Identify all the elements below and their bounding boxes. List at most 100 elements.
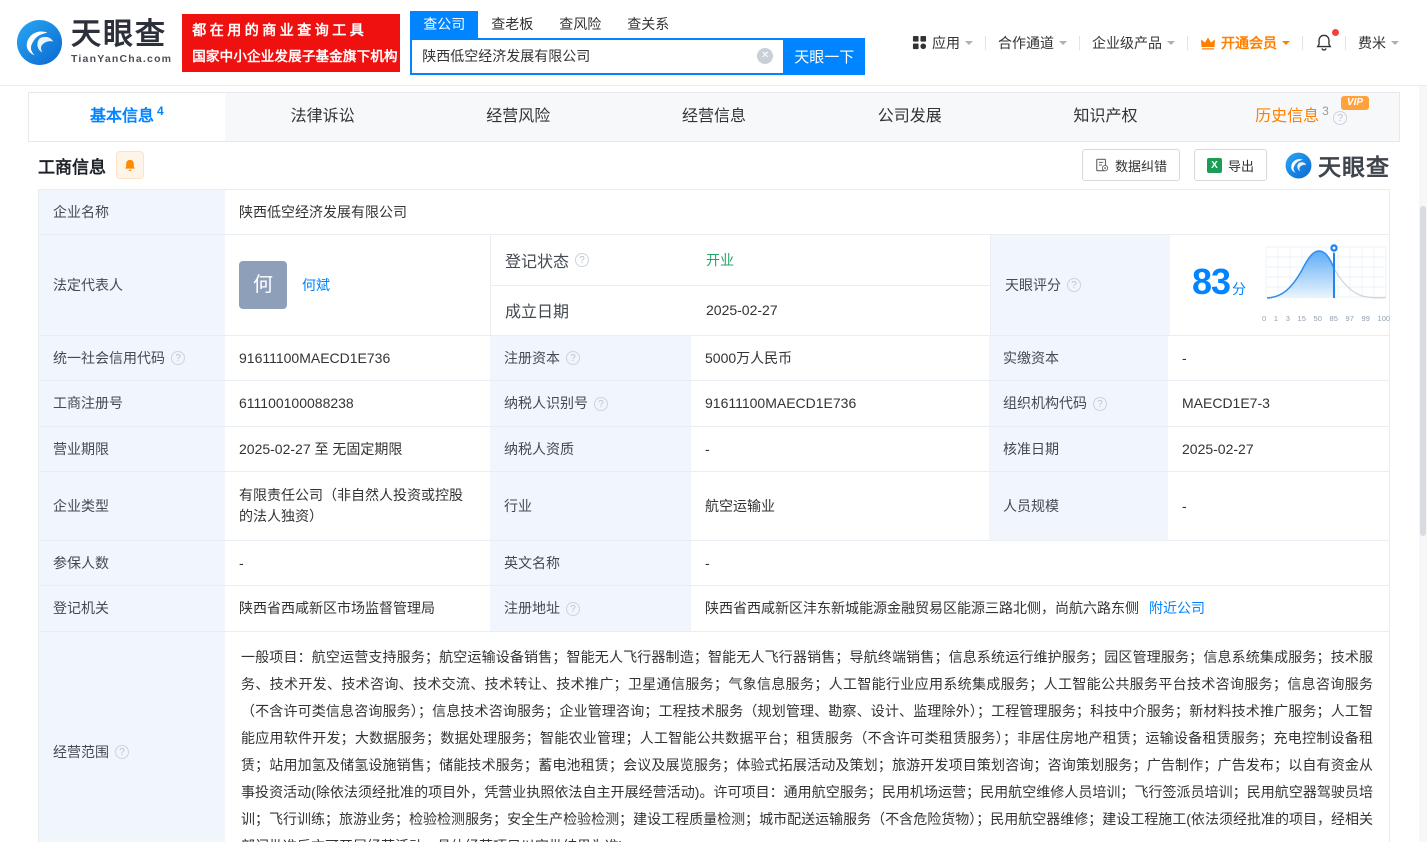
insured-label: 参保人数 <box>53 554 109 571</box>
crown-icon <box>1201 37 1215 49</box>
company-type-value: 有限责任公司（非自然人投资或控股的法人独资） <box>239 487 463 524</box>
help-icon[interactable] <box>566 351 580 365</box>
tab-basic-info[interactable]: 基本信息 4 <box>29 93 225 141</box>
help-icon[interactable] <box>594 396 608 411</box>
help-icon[interactable] <box>1333 111 1348 125</box>
search-tab-risk[interactable]: 查风险 <box>546 11 614 38</box>
subscribe-bell-button[interactable] <box>116 151 144 179</box>
reg-status-label: 登记状态 <box>505 253 570 271</box>
top-header: 天眼查 TianYanCha.com 都在用的商业查询工具 国家中小企业发展子基… <box>0 0 1427 86</box>
establish-date-label: 成立日期 <box>505 304 570 322</box>
business-scope-label: 经营范围 <box>53 743 109 760</box>
help-icon[interactable] <box>1067 278 1081 292</box>
company-tab-bar: 基本信息 4 法律诉讼 经营风险 经营信息 公司发展 知识产权 VIP 历史信息 3 <box>28 92 1400 142</box>
help-icon[interactable] <box>171 351 185 365</box>
tab-company-development[interactable]: 公司发展 <box>812 93 1008 141</box>
tab-operating-risk[interactable]: 经营风险 <box>420 93 616 141</box>
table-row: 企业类型 有限责任公司（非自然人投资或控股的法人独资） 行业 航空运输业 人员规… <box>39 472 1389 541</box>
nav-notifications[interactable] <box>1303 29 1345 52</box>
banner-line2: 国家中小企业发展子基金旗下机构 <box>192 49 398 64</box>
reg-status-value: 开业 <box>706 251 734 268</box>
table-row: 统一社会信用代码 91611100MAECD1E736 注册资本 5000万人民… <box>39 336 1389 381</box>
nav-vip-label: 开通会员 <box>1221 34 1277 51</box>
nav-partner[interactable]: 合作通道 <box>986 33 1079 53</box>
establish-date-value: 2025-02-27 <box>706 302 778 319</box>
business-info-table: 企业名称 陕西低空经济发展有限公司 法定代表人 何 何斌 登记状态 开业 <box>38 189 1390 842</box>
nav-vip-upgrade[interactable]: 开通会员 <box>1188 33 1302 53</box>
search-area: 查公司 查老板 查风险 查关系 ✕ 天眼一下 <box>410 10 866 75</box>
help-icon[interactable] <box>115 745 129 759</box>
english-name-value: - <box>705 554 710 571</box>
uscc-value: 91611100MAECD1E736 <box>239 349 391 366</box>
tianyan-score: 83 分 <box>1192 263 1246 300</box>
scrollbar-track[interactable] <box>1419 86 1427 842</box>
data-correction-button[interactable]: 数据纠错 <box>1081 149 1180 181</box>
approval-date-label: 核准日期 <box>1003 440 1059 457</box>
reg-capital-label: 注册资本 <box>504 349 560 366</box>
search-input[interactable] <box>410 37 784 75</box>
tab-label: 基本信息 <box>90 108 155 125</box>
export-button[interactable]: 导出 <box>1193 149 1267 181</box>
chevron-down-icon <box>1282 40 1290 49</box>
table-row: 登记机关 陕西省西咸新区市场监督管理局 注册地址 陕西省西咸新区沣东新城能源金融… <box>39 586 1389 632</box>
tab-count: 3 <box>1322 104 1329 118</box>
score-distribution-chart: 0 1 3 15 50 85 97 99 100 <box>1262 241 1390 329</box>
search-tab-relation[interactable]: 查关系 <box>614 11 682 38</box>
document-edit-icon <box>1096 158 1109 172</box>
export-label: 导出 <box>1227 158 1254 174</box>
nav-apps[interactable]: 应用 <box>900 33 985 53</box>
promo-banner: 都在用的商业查询工具 国家中小企业发展子基金旗下机构 <box>182 13 401 72</box>
tab-operating-info[interactable]: 经营信息 <box>616 93 812 141</box>
business-info-section: 工商信息 数据纠错 X 导出 天眼查 企业名称 陕西低空经济发展有限公司 法定代… <box>28 142 1400 842</box>
tab-count: 4 <box>157 104 164 118</box>
nearby-companies-link[interactable]: 附近公司 <box>1149 598 1205 619</box>
tab-history-info[interactable]: VIP 历史信息 3 <box>1203 93 1399 141</box>
nav-enterprise[interactable]: 企业级产品 <box>1080 33 1187 53</box>
taxpayer-id-label: 纳税人识别号 <box>504 395 588 411</box>
taxpayer-quality-value: - <box>705 440 710 457</box>
taxpayer-quality-label: 纳税人资质 <box>504 440 574 457</box>
tianyancha-watermark-icon <box>1285 152 1312 178</box>
legal-rep-avatar[interactable]: 何 <box>239 261 287 309</box>
nav-user[interactable]: 费米 <box>1346 33 1411 53</box>
tab-intellectual-property[interactable]: 知识产权 <box>1008 93 1204 141</box>
tab-label: 经营信息 <box>682 108 747 125</box>
search-button[interactable]: 天眼一下 <box>783 37 866 75</box>
data-correction-label: 数据纠错 <box>1114 158 1167 174</box>
insured-value: - <box>239 554 244 571</box>
tab-legal-proceedings[interactable]: 法律诉讼 <box>225 93 421 141</box>
business-scope-value: 一般项目：航空运营支持服务；航空运输设备销售；智能无人飞行器制造；智能无人飞行器… <box>241 649 1373 842</box>
reg-authority-label: 登记机关 <box>53 600 109 616</box>
table-row: 经营范围 一般项目：航空运营支持服务；航空运输设备销售；智能无人飞行器制造；智能… <box>39 632 1389 842</box>
nav-partner-label: 合作通道 <box>998 34 1054 51</box>
tianyancha-logo[interactable]: 天眼查 TianYanCha.com <box>16 19 172 66</box>
company-name-value: 陕西低空经济发展有限公司 <box>239 203 407 220</box>
page-body: 基本信息 4 法律诉讼 经营风险 经营信息 公司发展 知识产权 VIP 历史信息 3… <box>0 86 1427 842</box>
term-value: 2025-02-27 至 无固定期限 <box>239 440 403 457</box>
staff-size-label: 人员规模 <box>1003 497 1059 514</box>
reg-capital-value: 5000万人民币 <box>705 349 793 366</box>
chevron-down-icon <box>1059 40 1067 49</box>
search-tab-company[interactable]: 查公司 <box>410 10 479 38</box>
chevron-down-icon <box>1167 40 1175 49</box>
company-type-label: 企业类型 <box>53 497 109 514</box>
scrollbar-thumb[interactable] <box>1420 206 1426 536</box>
logo-brand-text: 天眼查 <box>71 18 167 52</box>
help-icon[interactable] <box>1093 396 1107 411</box>
score-curve <box>1265 243 1387 299</box>
tab-label: 知识产权 <box>1073 108 1138 125</box>
apps-grid-icon <box>912 35 927 50</box>
uscc-label: 统一社会信用代码 <box>53 349 165 366</box>
legal-rep-link[interactable]: 何斌 <box>302 275 330 296</box>
search-tab-boss[interactable]: 查老板 <box>478 11 546 38</box>
clear-search-icon[interactable]: ✕ <box>757 47 774 64</box>
score-label: 天眼评分 <box>1005 276 1061 293</box>
industry-value: 航空运输业 <box>705 497 775 514</box>
section-title: 工商信息 <box>38 157 106 177</box>
nav-apps-label: 应用 <box>932 34 960 51</box>
help-icon[interactable] <box>566 601 580 616</box>
help-icon[interactable] <box>575 252 590 267</box>
reg-address-value: 陕西省西咸新区沣东新城能源金融贸易区能源三路北侧，尚航六路东侧 <box>705 600 1139 616</box>
taxpayer-id-value: 91611100MAECD1E736 <box>705 395 857 411</box>
chevron-down-icon <box>1391 40 1399 49</box>
